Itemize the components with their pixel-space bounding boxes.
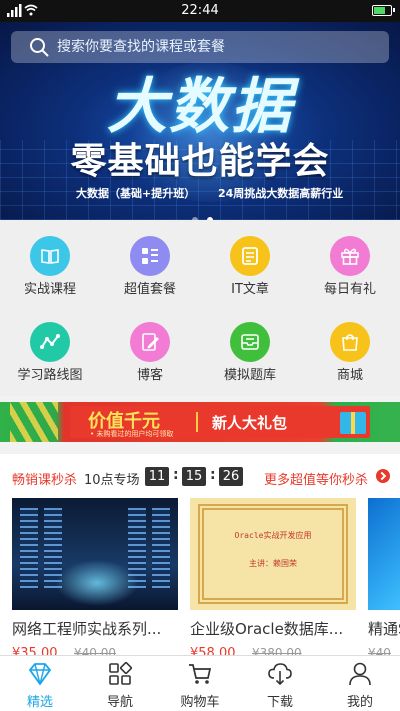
countdown-colon: : [173, 467, 179, 483]
cover-decoration [52, 558, 142, 608]
category-learning-roadmap[interactable]: 学习路线图 [0, 306, 100, 392]
countdown-hours: 11 [145, 467, 169, 486]
tab-profile[interactable]: 我的 [320, 656, 400, 711]
banner-tag-left: 大数据（基础+提升班） [76, 187, 196, 200]
category-value-bundles[interactable]: 超值套餐 [100, 220, 200, 306]
category-mock-exams[interactable]: 模拟题库 [200, 306, 300, 392]
countdown-colon: : [210, 467, 216, 483]
category-grid: 实战课程 超值套餐 IT文章 每日有礼 学习路线图 博客 模拟题库 商城 [0, 220, 400, 396]
user-icon [349, 662, 371, 686]
category-label: IT文章 [231, 282, 269, 297]
cover-frame [198, 504, 348, 604]
category-icon-bg [230, 236, 270, 276]
course-cover-image: Oracle实战开发应用 主讲：赖国荣 [190, 498, 356, 610]
category-icon-bg [130, 236, 170, 276]
app-screen: 22:44 大数据 零基础也能学会 大数据（基础+提升班） 24周挑战大数据高薪… [0, 0, 400, 711]
edit-icon [142, 333, 159, 351]
list-icon [142, 248, 158, 264]
cover-title: Oracle实战开发应用 [234, 531, 312, 540]
grid-icon [109, 661, 133, 685]
promo-gift-text: 新人大礼包 [212, 414, 288, 432]
cover-decoration [152, 508, 170, 588]
course-cover-image [12, 498, 178, 610]
category-icon-bg [30, 236, 70, 276]
category-icon-bg [130, 322, 170, 362]
category-label: 博客 [136, 368, 163, 383]
course-name: 企业级Oracle数据库... [190, 620, 344, 638]
status-bar: 22:44 [0, 0, 400, 22]
cloud-download-icon [268, 663, 292, 686]
course-cover-image [368, 498, 400, 610]
inbox-icon [241, 334, 259, 350]
flash-sale-section: 畅销课秒杀 10点专场 11 : 15 : 26 更多超值等你秒杀 网络工程师实… [0, 454, 400, 666]
category-icon-bg [230, 322, 270, 362]
category-label: 实战课程 [23, 282, 76, 297]
category-practical-courses[interactable]: 实战课程 [0, 220, 100, 306]
bag-icon [342, 334, 358, 351]
tab-cart[interactable]: 购物车 [160, 656, 240, 711]
flash-sale-header: 畅销课秒杀 10点专场 11 : 15 : 26 更多超值等你秒杀 [0, 454, 400, 498]
gift-icon [341, 248, 359, 265]
tab-label: 精选 [26, 695, 53, 710]
course-name: 网络工程师实战系列... [12, 620, 162, 638]
category-icon-bg [30, 322, 70, 362]
category-label: 超值套餐 [123, 282, 176, 297]
category-store[interactable]: 商城 [300, 306, 400, 392]
tab-downloads[interactable]: 下载 [240, 656, 320, 711]
promo-note: • 未购看过的用户均可领取 [90, 430, 174, 438]
tab-label: 下载 [266, 695, 293, 710]
book-icon [41, 249, 59, 264]
gift-box-icon [340, 412, 366, 434]
category-label: 学习路线图 [17, 368, 83, 383]
category-it-articles[interactable]: IT文章 [200, 220, 300, 306]
cover-decoration [20, 508, 38, 588]
tab-label: 导航 [106, 695, 133, 710]
banner-subtitle: 零基础也能学会 [70, 141, 330, 182]
category-blog[interactable]: 博客 [100, 306, 200, 392]
tab-featured[interactable]: 精选 [0, 656, 80, 711]
promo-divider [196, 412, 198, 432]
category-label: 每日有礼 [323, 282, 376, 297]
category-icon-bg [330, 236, 370, 276]
cover-author: 主讲：赖国荣 [249, 559, 297, 568]
category-daily-gift[interactable]: 每日有礼 [300, 220, 400, 306]
search-bar[interactable] [11, 31, 389, 63]
chevron-right-icon[interactable] [376, 469, 390, 483]
cart-icon [189, 664, 212, 684]
tab-label: 购物车 [180, 695, 220, 710]
diamond-icon [28, 663, 52, 686]
flash-sale-item[interactable]: 网络工程师实战系列... ¥35.00 ¥40.00 [12, 498, 178, 666]
search-icon [30, 38, 49, 57]
flash-sale-session: 10点专场 [84, 473, 140, 488]
route-icon [40, 334, 60, 349]
course-name: 精通S [368, 620, 400, 638]
tab-label: 我的 [346, 695, 373, 710]
battery-icon [372, 5, 395, 16]
category-icon-bg [330, 322, 370, 362]
search-input[interactable] [57, 31, 377, 63]
status-time: 22:44 [181, 3, 219, 18]
new-user-gift-banner[interactable]: 价值千元 • 未购看过的用户均可领取 新人大礼包 [0, 402, 400, 442]
category-label: 商城 [336, 368, 363, 383]
category-label: 模拟题库 [223, 368, 276, 383]
countdown-seconds: 26 [219, 467, 243, 486]
article-icon [242, 247, 258, 265]
flash-sale-item[interactable]: Oracle实战开发应用 主讲：赖国荣 企业级Oracle数据库... ¥58.… [190, 498, 356, 666]
tab-navigation[interactable]: 导航 [80, 656, 160, 711]
countdown-minutes: 15 [182, 467, 206, 486]
bottom-tab-bar: 精选 导航 购物车 下载 我的 [0, 655, 400, 711]
flash-sale-title: 畅销课秒杀 [12, 473, 78, 488]
flash-sale-item[interactable]: 精通S ¥40 [368, 498, 400, 666]
promo-decoration [10, 402, 58, 442]
more-deals-link[interactable]: 更多超值等你秒杀 [264, 469, 368, 488]
banner-pagination[interactable] [190, 208, 215, 220]
banner-tag-right: 24周挑战大数据高薪行业 [218, 187, 344, 200]
